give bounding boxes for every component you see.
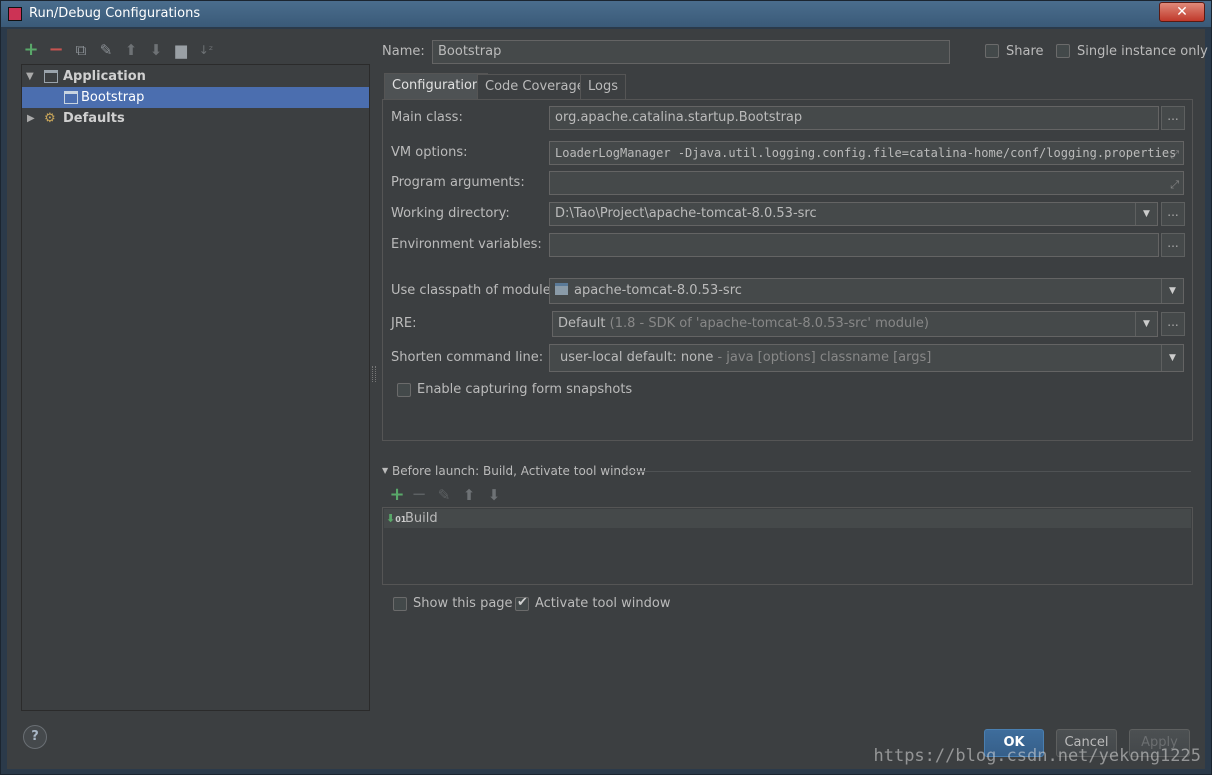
dialog-content: + − ⧉ ✎ ⬆ ⬇ ▆ ↓ᶻ ▼ Application Bootstrap… xyxy=(7,29,1208,769)
environment-variables-label: Environment variables: xyxy=(391,237,542,252)
before-launch-list: ⬇01 Build xyxy=(382,507,1193,585)
expand-icon[interactable]: ⤢ xyxy=(1170,144,1179,164)
main-class-input[interactable]: org.apache.catalina.startup.Bootstrap xyxy=(549,106,1159,130)
configuration-tree: ▼ Application Bootstrap ▶ ⚙ Defaults xyxy=(21,64,370,711)
program-arguments-label: Program arguments: xyxy=(391,175,525,190)
tree-item-label: Bootstrap xyxy=(81,90,145,105)
capture-snapshots-checkbox[interactable] xyxy=(397,383,411,397)
run-debug-dialog: Run/Debug Configurations ✕ + − ⧉ ✎ ⬆ ⬇ ▆… xyxy=(0,0,1212,775)
before-launch-section-title[interactable]: ▼ Before launch: Build, Activate tool wi… xyxy=(382,464,646,478)
shorten-command-line-value: user-local default: none xyxy=(560,350,714,365)
vm-options-text: LoaderLogManager -Djava.util.logging.con… xyxy=(555,146,1177,160)
tab-code-coverage[interactable]: Code Coverage xyxy=(477,74,593,100)
window-title: Run/Debug Configurations xyxy=(29,6,201,21)
module-icon xyxy=(555,283,568,295)
single-instance-checkbox[interactable] xyxy=(1056,44,1070,58)
application-icon xyxy=(44,70,58,83)
shorten-command-line-label: Shorten command line: xyxy=(391,350,544,365)
add-icon[interactable]: + xyxy=(21,39,41,61)
jre-select[interactable]: Default (1.8 - SDK of 'apache-tomcat-8.0… xyxy=(552,311,1158,337)
name-input[interactable]: Bootstrap xyxy=(432,40,950,64)
single-instance-label: Single instance only xyxy=(1077,44,1208,59)
collapse-triangle-icon: ▼ xyxy=(382,466,389,475)
remove-icon[interactable]: − xyxy=(409,484,429,506)
working-directory-text: D:\Tao\Project\apache-tomcat-8.0.53-src xyxy=(555,206,817,221)
jre-value: Default xyxy=(558,316,606,331)
splitter-handle[interactable] xyxy=(372,366,376,382)
classpath-module-value: apache-tomcat-8.0.53-src xyxy=(574,283,742,298)
vm-options-label: VM options: xyxy=(391,145,468,160)
main-class-label: Main class: xyxy=(391,110,463,125)
chevron-down-icon[interactable]: ▼ xyxy=(1161,345,1183,371)
working-directory-label: Working directory: xyxy=(391,206,510,221)
activate-tool-window-checkbox[interactable] xyxy=(515,595,529,611)
remove-icon[interactable]: − xyxy=(46,39,66,61)
program-arguments-input[interactable]: ⤢ xyxy=(549,171,1184,195)
collapse-arrow-icon[interactable]: ▶ xyxy=(27,108,35,129)
before-launch-title-text: Before launch: Build, Activate tool wind… xyxy=(391,464,646,478)
chevron-down-icon[interactable]: ▼ xyxy=(1161,279,1183,303)
expand-icon[interactable]: ⤢ xyxy=(1170,174,1179,194)
watermark: https://blog.csdn.net/yekong1225 xyxy=(873,746,1201,766)
list-item[interactable]: ⬇01 Build xyxy=(384,509,1191,528)
build-icon: ⬇01 xyxy=(386,512,407,525)
defaults-wrench-icon: ⚙ xyxy=(44,111,56,126)
wrench-icon[interactable]: ✎ xyxy=(96,39,116,61)
expand-arrow-icon[interactable]: ▼ xyxy=(26,66,34,87)
main-class-browse-button[interactable]: ... xyxy=(1161,106,1185,130)
sort-icon[interactable]: ↓ᶻ xyxy=(196,39,216,61)
capture-snapshots-label: Enable capturing form snapshots xyxy=(417,382,633,397)
move-down-icon[interactable]: ⬇ xyxy=(484,484,504,506)
application-config-icon xyxy=(64,91,78,104)
move-down-icon[interactable]: ⬇ xyxy=(146,39,166,61)
tree-item-defaults[interactable]: ▶ ⚙ Defaults xyxy=(22,108,369,129)
tab-configuration[interactable]: Configuration xyxy=(384,73,489,100)
move-up-icon[interactable]: ⬆ xyxy=(121,39,141,61)
title-bar: Run/Debug Configurations ✕ xyxy=(1,1,1211,27)
show-this-page-checkbox[interactable] xyxy=(393,597,407,611)
add-icon[interactable]: + xyxy=(387,484,407,506)
vm-options-input[interactable]: LoaderLogManager -Djava.util.logging.con… xyxy=(549,141,1184,165)
environment-variables-input[interactable] xyxy=(549,233,1159,257)
edit-icon[interactable]: ✎ xyxy=(434,484,454,506)
classpath-module-select[interactable]: apache-tomcat-8.0.53-src ▼ xyxy=(549,278,1184,304)
share-checkbox[interactable] xyxy=(985,44,999,58)
help-button[interactable]: ? xyxy=(23,725,47,749)
working-directory-browse-button[interactable]: ... xyxy=(1161,202,1185,226)
close-button[interactable]: ✕ xyxy=(1159,2,1205,22)
chevron-down-icon[interactable]: ▼ xyxy=(1135,312,1157,336)
classpath-module-label: Use classpath of module: xyxy=(391,283,556,298)
activate-tool-window-label: Activate tool window xyxy=(535,596,671,611)
environment-variables-browse-button[interactable]: ... xyxy=(1161,233,1185,257)
shorten-command-line-select[interactable]: user-local default: none - java [options… xyxy=(549,344,1184,372)
shorten-command-line-hint: - java [options] classname [args] xyxy=(717,350,932,365)
tree-item-label: Defaults xyxy=(63,111,125,126)
jre-browse-button[interactable]: ... xyxy=(1161,312,1185,336)
folder-icon[interactable]: ▆ xyxy=(171,39,191,61)
name-label: Name: xyxy=(382,44,425,59)
share-label: Share xyxy=(1006,44,1044,59)
jre-hint: (1.8 - SDK of 'apache-tomcat-8.0.53-src'… xyxy=(609,316,929,331)
show-this-page-label: Show this page xyxy=(413,596,513,611)
chevron-down-icon[interactable]: ▼ xyxy=(1135,203,1157,225)
list-item-label: Build xyxy=(405,511,438,526)
tab-logs[interactable]: Logs xyxy=(580,74,626,100)
section-divider xyxy=(625,471,1191,472)
tree-item-application[interactable]: ▼ Application xyxy=(22,66,369,87)
tree-item-label: Application xyxy=(63,69,146,84)
jre-label: JRE: xyxy=(391,316,417,331)
move-up-icon[interactable]: ⬆ xyxy=(459,484,479,506)
intellij-app-icon xyxy=(8,7,22,21)
working-directory-input[interactable]: D:\Tao\Project\apache-tomcat-8.0.53-src … xyxy=(549,202,1158,226)
copy-icon[interactable]: ⧉ xyxy=(71,39,91,61)
tree-item-bootstrap[interactable]: Bootstrap xyxy=(22,87,369,108)
